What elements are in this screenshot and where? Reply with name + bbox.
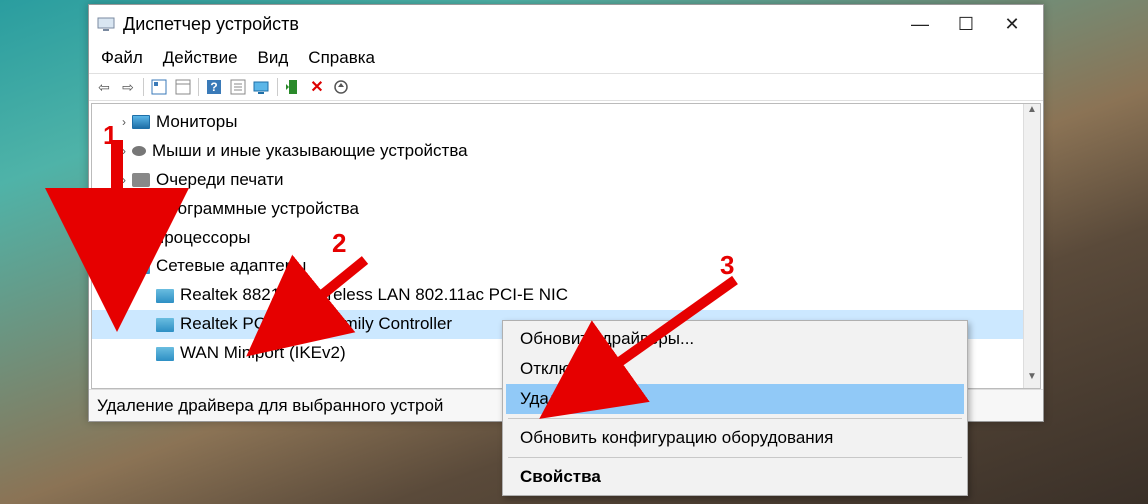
scroll-up-icon[interactable]: ▲ — [1024, 104, 1040, 121]
maximize-button[interactable]: ☐ — [943, 14, 989, 35]
toolbar: ⇦ ⇨ ? ✕ — [89, 73, 1043, 101]
update-driver-icon[interactable] — [330, 76, 352, 98]
annotation-arrow — [560, 275, 760, 415]
tree-label: Мыши и иные указывающие устройства — [152, 137, 468, 166]
close-button[interactable]: ✕ — [989, 14, 1035, 35]
tree-label: Очереди печати — [156, 166, 284, 195]
scroll-down-icon[interactable]: ▼ — [1024, 371, 1040, 388]
menu-help[interactable]: Справка — [298, 46, 385, 70]
tree-label: Мониторы — [156, 108, 237, 137]
help-icon[interactable]: ? — [203, 76, 225, 98]
back-icon[interactable]: ⇦ — [93, 76, 115, 98]
menu-action[interactable]: Действие — [153, 46, 248, 70]
tree-item-mice[interactable]: › Мыши и иные указывающие устройства — [92, 137, 1040, 166]
menu-file[interactable]: Файл — [91, 46, 153, 70]
menu-view[interactable]: Вид — [248, 46, 299, 70]
tree-label: Процессоры — [152, 224, 250, 253]
ctx-properties[interactable]: Свойства — [506, 462, 964, 492]
window-title: Диспетчер устройств — [123, 14, 897, 35]
tree-item-processors[interactable]: › Процессоры — [92, 224, 1040, 253]
enable-icon[interactable] — [282, 76, 304, 98]
tree-item-monitors[interactable]: › Мониторы — [92, 108, 1040, 137]
menubar: Файл Действие Вид Справка — [89, 43, 1043, 73]
network-icon — [156, 289, 174, 303]
tool-icon[interactable] — [172, 76, 194, 98]
annotation-arrow — [270, 255, 390, 345]
network-icon — [156, 347, 174, 361]
minimize-button[interactable]: — — [897, 14, 943, 35]
monitor-icon — [132, 115, 150, 129]
titlebar[interactable]: Диспетчер устройств — ☐ ✕ — [89, 5, 1043, 43]
svg-text:?: ? — [210, 80, 217, 94]
forward-icon[interactable]: ⇨ — [117, 76, 139, 98]
status-text: Удаление драйвера для выбранного устрой — [97, 396, 443, 416]
annotation-arrow — [95, 140, 145, 300]
app-icon — [97, 15, 115, 33]
separator — [143, 78, 144, 96]
uninstall-icon[interactable]: ✕ — [306, 76, 328, 98]
tree-label: Программные устройства — [156, 195, 359, 224]
separator — [277, 78, 278, 96]
separator — [508, 457, 962, 458]
ctx-rescan[interactable]: Обновить конфигурацию оборудования — [506, 423, 964, 453]
network-icon — [156, 318, 174, 332]
separator — [198, 78, 199, 96]
separator — [508, 418, 962, 419]
tool-icon[interactable] — [227, 76, 249, 98]
scrollbar[interactable]: ▲ ▼ — [1023, 104, 1040, 388]
tree-item-printqueues[interactable]: › Очереди печати — [92, 166, 1040, 195]
scan-hardware-icon[interactable] — [251, 76, 273, 98]
tree-item-software[interactable]: › Программные устройства — [92, 195, 1040, 224]
tool-icon[interactable] — [148, 76, 170, 98]
